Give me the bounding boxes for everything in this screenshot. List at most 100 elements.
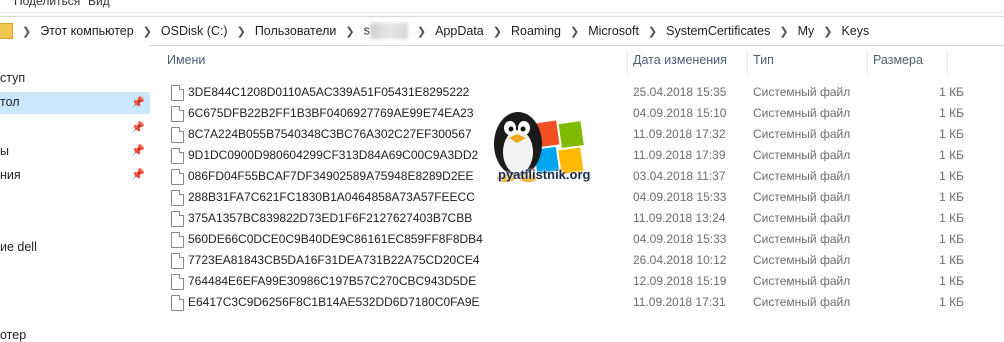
file-type: Системный файл <box>753 211 851 225</box>
file-type: Системный файл <box>753 148 851 162</box>
crumb-users[interactable]: Пользователи <box>252 24 340 38</box>
system-file-icon <box>171 253 184 269</box>
pin-icon[interactable]: 📌 <box>131 168 145 181</box>
chevron-right-icon[interactable]: ❯ <box>487 25 508 38</box>
file-size: 1 КБ <box>939 253 964 267</box>
file-row[interactable]: 375A1357BC839822D73ED1F6F2127627403B7CBB… <box>158 208 1004 229</box>
address-bar[interactable]: ❯ Этот компьютер ❯ OSDisk (C:) ❯ Пользов… <box>0 16 1004 46</box>
pin-icon[interactable]: 📌 <box>131 144 145 157</box>
system-file-icon <box>171 295 184 311</box>
file-date: 11.09.2018 17:32 <box>633 127 726 141</box>
file-date: 04.09.2018 15:10 <box>633 106 727 120</box>
file-size: 1 КБ <box>939 274 964 288</box>
file-size: 1 КБ <box>939 232 964 246</box>
pin-icon[interactable]: 📌 <box>131 121 145 134</box>
file-name: E6417C3C9D6256F8C1B14AE532DD6D7180C0FA9E <box>188 295 480 309</box>
file-size: 1 КБ <box>939 148 964 162</box>
file-name: 560DE66C0DCE0C9B40DE9C86161EC859FF8F8DB4 <box>188 232 483 246</box>
file-date: 11.09.2018 17:31 <box>633 295 726 309</box>
system-file-icon <box>171 85 184 101</box>
system-file-icon <box>171 232 184 248</box>
file-size: 1 КБ <box>939 169 964 183</box>
watermark-text: pyatilistnik.org <box>498 167 591 182</box>
file-type: Системный файл <box>753 169 851 183</box>
redacted-username <box>369 23 408 39</box>
chevron-right-icon[interactable]: ❯ <box>817 25 838 38</box>
file-date: 04.09.2018 15:33 <box>633 232 727 246</box>
chevron-right-icon[interactable]: ❯ <box>137 25 158 38</box>
file-name: 3DE844C1208D0110A5AC339A51F05431E8295222 <box>188 85 470 99</box>
ribbon-tabs: Поделиться Вид <box>0 0 1004 13</box>
file-row[interactable]: 764484E6EFA99E30986C197B57C270CBC943D5DE… <box>158 271 1004 292</box>
file-date: 03.04.2018 11:37 <box>633 169 726 183</box>
column-header-date[interactable]: Дата изменения <box>633 53 727 67</box>
crumb-systemcertificates[interactable]: SystemCertificates <box>663 24 773 38</box>
chevron-right-icon[interactable]: ❯ <box>339 25 360 38</box>
nav-computer[interactable]: отер <box>0 328 26 342</box>
crumb-osdisk[interactable]: OSDisk (C:) <box>158 24 231 38</box>
file-date: 26.04.2018 10:12 <box>633 253 727 267</box>
pin-icon[interactable]: 📌 <box>131 96 145 109</box>
file-date: 25.04.2018 15:35 <box>633 85 727 99</box>
file-type: Системный файл <box>753 253 851 267</box>
crumb-appdata[interactable]: AppData <box>432 24 487 38</box>
system-file-icon <box>171 169 184 185</box>
navigation-pane: ступ тол 📌 📌 ы 📌 ния 📌 ие dell отер <box>0 45 150 342</box>
file-row[interactable]: 7723EA81843CB5DA16F31DEA731B22A75CD20CE4… <box>158 250 1004 271</box>
file-name: 9D1DC0900D980604299CF313D84A69C00C9A3DD2 <box>188 148 479 162</box>
nav-documents[interactable]: ы <box>0 144 9 158</box>
file-date: 04.09.2018 15:33 <box>633 190 727 204</box>
file-size: 1 КБ <box>939 106 964 120</box>
crumb-username[interactable]: s <box>361 23 411 39</box>
system-file-icon <box>171 211 184 227</box>
file-type: Системный файл <box>753 106 851 120</box>
crumb-keys[interactable]: Keys <box>838 24 872 38</box>
system-file-icon <box>171 127 184 143</box>
file-type: Системный файл <box>753 127 851 141</box>
chevron-right-icon[interactable]: ❯ <box>564 25 585 38</box>
column-divider[interactable] <box>747 51 748 73</box>
system-file-icon <box>171 148 184 164</box>
chevron-right-icon[interactable]: ❯ <box>231 25 252 38</box>
folder-icon <box>0 23 13 39</box>
file-row[interactable]: 560DE66C0DCE0C9B40DE9C86161EC859FF8F8DB4… <box>158 229 1004 250</box>
nav-images[interactable]: ния <box>0 168 21 182</box>
chevron-right-icon[interactable]: ❯ <box>411 25 432 38</box>
file-size: 1 КБ <box>939 85 964 99</box>
crumb-microsoft[interactable]: Microsoft <box>585 24 642 38</box>
crumb-roaming[interactable]: Roaming <box>508 24 564 38</box>
file-date: 12.09.2018 15:19 <box>633 274 727 288</box>
file-date: 11.09.2018 17:39 <box>633 148 726 162</box>
column-header-type[interactable]: Тип <box>753 53 774 67</box>
chevron-right-icon[interactable]: ❯ <box>16 25 37 38</box>
file-row[interactable]: E6417C3C9D6256F8C1B14AE532DD6D7180C0FA9E… <box>158 292 1004 313</box>
chevron-right-icon[interactable]: ❯ <box>642 25 663 38</box>
file-name: 7723EA81843CB5DA16F31DEA731B22A75CD20CE4 <box>188 253 480 267</box>
nav-dell-item[interactable]: ие dell <box>0 240 37 254</box>
view-tab[interactable]: Вид <box>88 0 110 8</box>
crumb-this-pc[interactable]: Этот компьютер <box>37 24 136 38</box>
share-tab[interactable]: Поделиться <box>14 0 80 8</box>
crumb-my[interactable]: My <box>795 24 818 38</box>
chevron-right-icon[interactable]: ❯ <box>773 25 794 38</box>
file-type: Системный файл <box>753 232 851 246</box>
nav-desktop[interactable]: тол <box>0 92 150 114</box>
column-header-size[interactable]: Размера <box>873 53 923 67</box>
file-name: 8C7A224B055B7540348C3BC76A302C27EF300567 <box>188 127 472 141</box>
column-header-name[interactable]: Имени <box>167 53 205 67</box>
file-size: 1 КБ <box>939 295 964 309</box>
column-divider[interactable] <box>867 51 868 73</box>
column-divider[interactable] <box>627 51 628 73</box>
column-divider[interactable] <box>947 51 948 73</box>
system-file-icon <box>171 190 184 206</box>
file-name: 086FD04F55BCAF7DF34902589A75948E8289D2EE <box>188 169 474 183</box>
file-size: 1 КБ <box>939 211 964 225</box>
file-type: Системный файл <box>753 274 851 288</box>
file-type: Системный файл <box>753 85 851 99</box>
file-name: 288B31FA7C621FC1830B1A0464858A73A57FEECC <box>188 190 475 204</box>
file-name: 375A1357BC839822D73ED1F6F2127627403B7CBB <box>188 211 473 225</box>
file-name: 764484E6EFA99E30986C197B57C270CBC943D5DE <box>188 274 477 288</box>
file-size: 1 КБ <box>939 190 964 204</box>
system-file-icon <box>171 106 184 122</box>
nav-quick-access[interactable]: ступ <box>0 71 25 85</box>
